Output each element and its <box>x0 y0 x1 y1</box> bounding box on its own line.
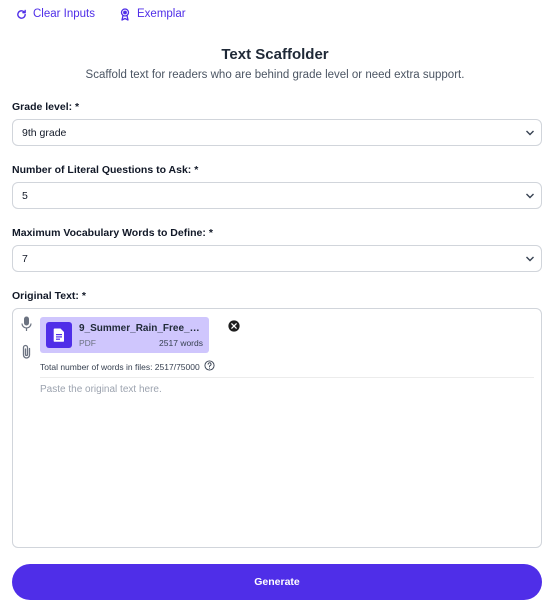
literal-questions-label: Number of Literal Questions to Ask: * <box>12 164 199 176</box>
page-subtitle: Scaffold text for readers who are behind… <box>85 69 465 81</box>
literal-questions-value: 5 <box>22 189 28 202</box>
file-word-count: 2517 words <box>159 338 203 348</box>
file-name: 9_Summer_Rain_Free_S... <box>79 323 203 334</box>
chevron-down-icon <box>526 130 534 136</box>
vocab-words-label: Maximum Vocabulary Words to Define: * <box>12 227 213 239</box>
literal-questions-select[interactable]: 5 <box>12 182 542 209</box>
page-title: Text Scaffolder <box>221 46 329 63</box>
help-icon[interactable] <box>204 360 215 373</box>
chevron-down-icon <box>526 193 534 199</box>
grade-level-label: Grade level: * <box>12 101 80 113</box>
file-type: PDF <box>79 338 96 348</box>
exemplar-label: Exemplar <box>137 8 186 20</box>
vocab-words-select[interactable]: 7 <box>12 245 542 272</box>
original-text-box: 9_Summer_Rain_Free_S... PDF 2517 words T… <box>12 308 542 548</box>
clear-inputs-label: Clear Inputs <box>33 8 96 20</box>
original-text-label: Original Text: * <box>12 290 86 302</box>
paperclip-icon[interactable] <box>21 344 32 365</box>
toolbar: Clear Inputs Exemplar <box>16 5 186 23</box>
remove-file-icon[interactable] <box>228 319 240 332</box>
microphone-icon[interactable] <box>21 316 32 336</box>
generate-button[interactable]: Generate <box>12 564 542 600</box>
grade-level-value: 9th grade <box>22 126 67 139</box>
document-icon <box>46 322 72 348</box>
grade-level-select[interactable]: 9th grade <box>12 119 542 146</box>
chevron-down-icon <box>526 256 534 262</box>
vocab-words-value: 7 <box>22 252 28 265</box>
badge-icon <box>119 7 131 21</box>
file-attachment-chip[interactable]: 9_Summer_Rain_Free_S... PDF 2517 words <box>40 317 240 353</box>
divider <box>40 377 534 378</box>
total-words-label: Total number of words in files: 2517/750… <box>40 361 200 372</box>
original-text-input[interactable] <box>40 381 534 541</box>
total-words-info: Total number of words in files: 2517/750… <box>40 360 215 373</box>
clear-inputs-button[interactable]: Clear Inputs <box>16 8 95 20</box>
refresh-icon <box>16 9 27 20</box>
exemplar-button[interactable]: Exemplar <box>119 7 186 21</box>
